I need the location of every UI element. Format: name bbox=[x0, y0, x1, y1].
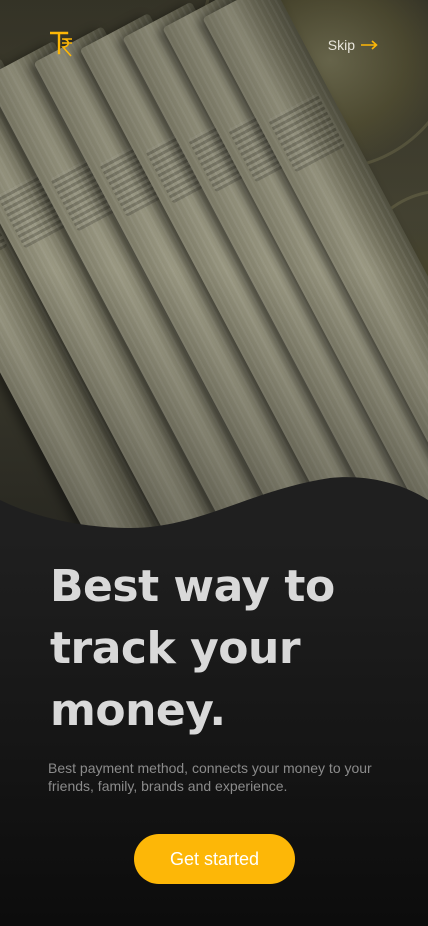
skip-button[interactable]: Skip bbox=[328, 37, 378, 53]
subtitle-text: Best payment method, connects your money… bbox=[48, 760, 372, 794]
rupee-t-logo-icon bbox=[50, 31, 72, 57]
onboarding-screen: Skip Best way to track your money. Best … bbox=[0, 0, 428, 926]
get-started-label: Get started bbox=[169, 848, 260, 869]
skip-label: Skip bbox=[327, 37, 355, 53]
arrow-right-icon bbox=[361, 40, 378, 50]
headline-line: Best way to bbox=[50, 561, 335, 612]
headline-line: money. bbox=[50, 685, 226, 736]
headline-line: track your bbox=[50, 623, 301, 674]
headline: Best way to track your money. bbox=[50, 556, 390, 742]
get-started-button[interactable]: Get started bbox=[134, 834, 295, 884]
hero-image bbox=[0, 0, 428, 540]
